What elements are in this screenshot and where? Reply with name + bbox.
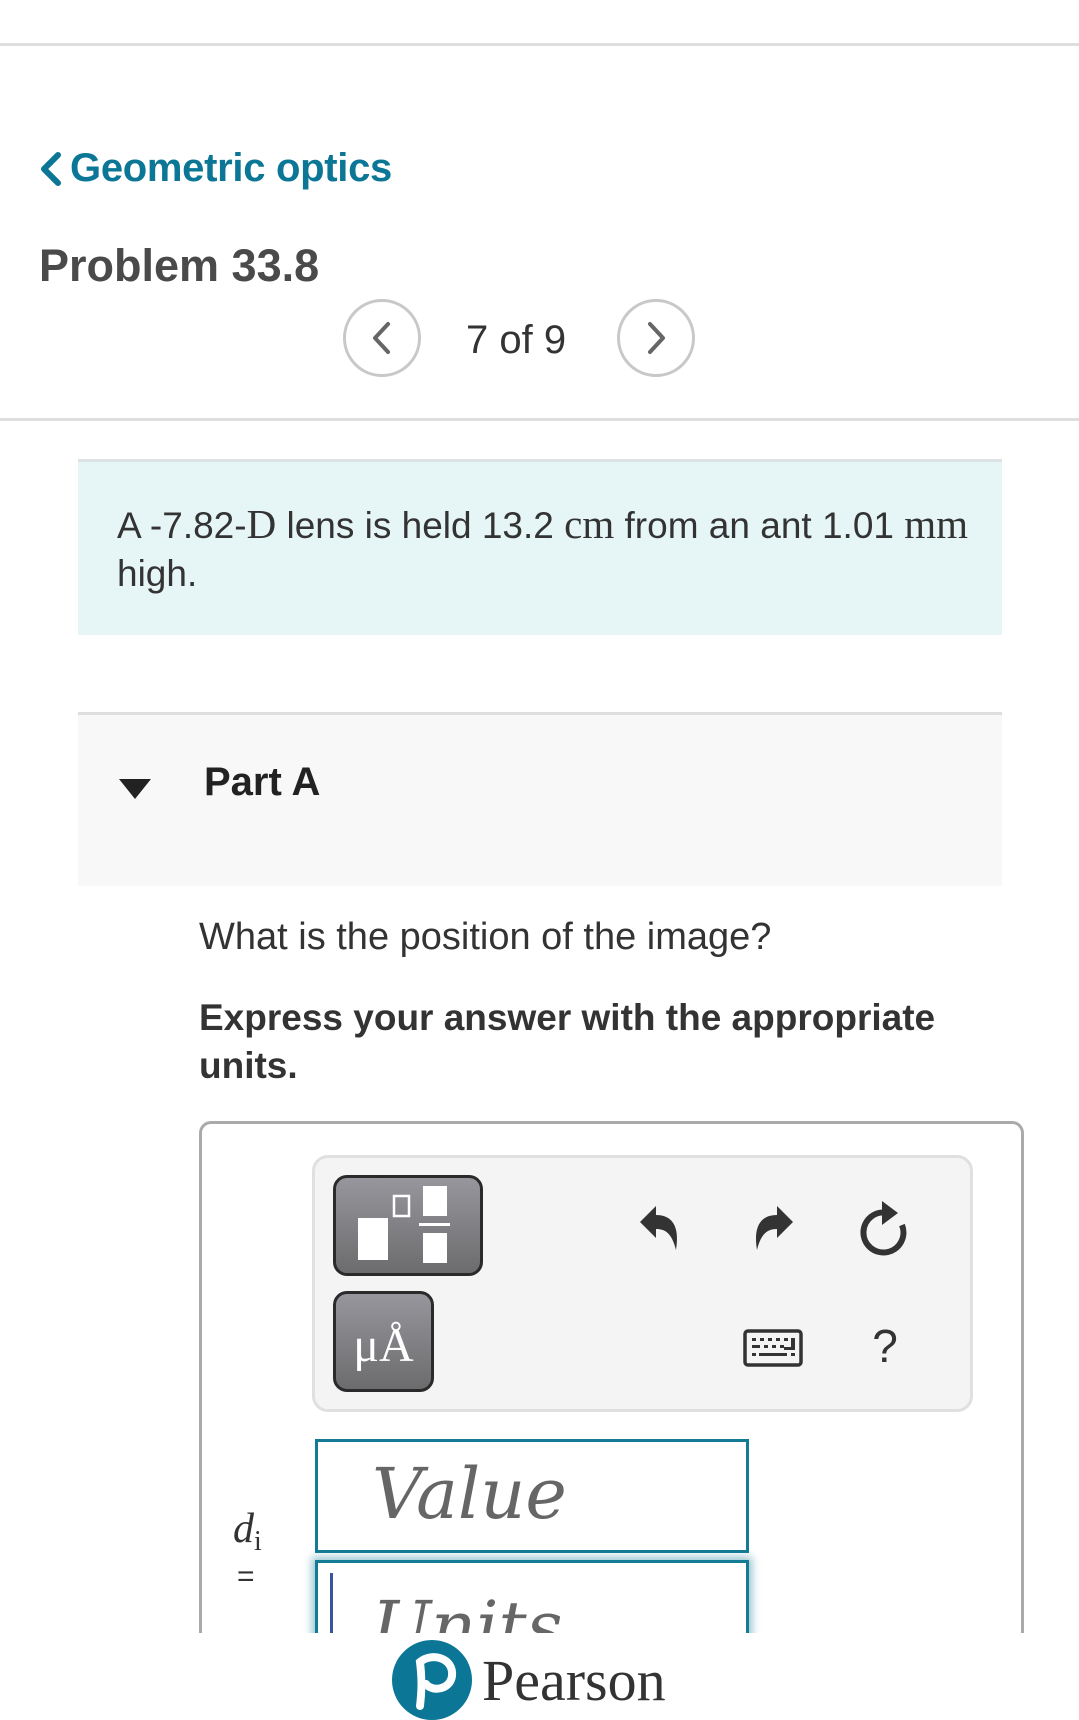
value-input[interactable]: Value [315,1439,749,1553]
units-button-label: μÅ [353,1319,414,1372]
variable-label: di [233,1505,262,1558]
reset-button[interactable] [852,1196,916,1260]
value-placeholder: Value [372,1453,567,1535]
top-divider [0,43,1079,46]
pager-status: 7 of 9 [466,318,567,362]
problem-intro-text: A -7.82-D lens is held 13.2 cm from an a… [117,500,977,598]
keyboard-button[interactable] [742,1326,804,1370]
page-title: Problem 33.8 [39,240,320,291]
redo-icon [755,1206,793,1250]
previous-problem-button[interactable] [343,299,421,377]
keyboard-icon [743,1329,803,1367]
redo-button[interactable] [743,1198,803,1258]
undo-button[interactable] [630,1198,690,1258]
intro-text-segment: lens is held 13.2 [276,505,565,546]
back-link-label: Geometric optics [70,146,392,190]
part-a-header[interactable]: Part A [78,712,1002,886]
math-toolbar: μÅ ? [312,1155,973,1412]
next-problem-button[interactable] [617,299,695,377]
variable-subscript: i [254,1526,262,1557]
chevron-left-icon [373,322,390,354]
pearson-p-icon [392,1640,472,1720]
equals-sign: = [237,1560,255,1593]
chevron-right-icon [648,322,665,354]
back-link[interactable]: Geometric optics [38,146,392,191]
question-text: What is the position of the image? [199,916,772,958]
units-button[interactable]: μÅ [333,1291,434,1392]
intro-text-segment: from an ant 1.01 [614,505,905,546]
help-button[interactable]: ? [865,1318,905,1374]
problem-intro: A -7.82-D lens is held 13.2 cm from an a… [78,459,1002,635]
unit-diopter: D [246,501,277,547]
unit-cm: cm [564,501,615,547]
variable-symbol: d [233,1506,254,1552]
undo-icon [640,1206,678,1250]
pearson-brand-text: Pearson [482,1647,666,1713]
help-icon: ? [872,1320,898,1372]
unit-mm: mm [904,501,969,547]
chevron-left-icon [41,151,61,186]
reset-icon [860,1201,907,1256]
intro-text-segment: high. [117,553,198,594]
intro-text-segment: A -7.82- [117,505,247,546]
templates-button[interactable] [333,1175,483,1276]
fraction-template-icon [358,1186,450,1263]
header-divider [0,418,1079,421]
part-label: Part A [204,760,321,804]
pearson-logo: Pearson [392,1640,666,1720]
collapse-caret-icon[interactable] [119,779,151,799]
answer-instruction: Express your answer with the appropriate… [199,997,936,1086]
